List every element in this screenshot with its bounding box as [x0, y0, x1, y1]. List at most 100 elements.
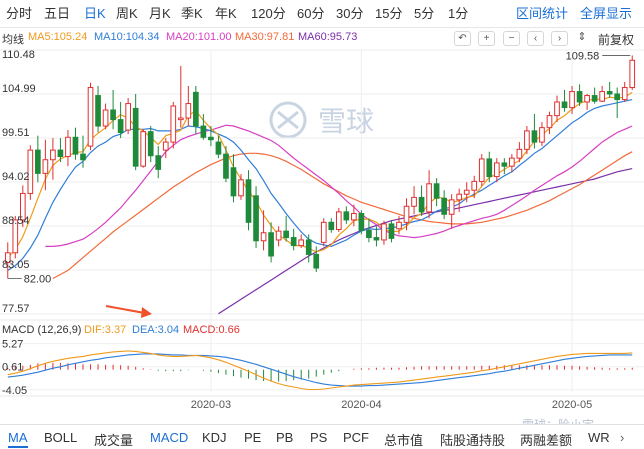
candle: [501, 158, 508, 175]
candle: [554, 95, 560, 123]
candle: [606, 81, 613, 98]
indicator-ma[interactable]: MA: [8, 430, 28, 448]
candle: [305, 234, 312, 263]
candle: [223, 146, 229, 183]
macd-legend-title: MACD (12,26,9): [2, 324, 82, 336]
ma5-value: MA5:105.24: [28, 31, 88, 43]
macd-legend: MACD (12,26,9) DIF:3.37 DEA:3.04 MACD:0.…: [0, 322, 644, 340]
candle: [65, 130, 71, 167]
indicator-margin[interactable]: 两融差额: [520, 430, 572, 449]
price-axis-label: 104.99: [2, 83, 36, 95]
candle: [162, 138, 169, 159]
indicator-volume[interactable]: 成交量: [94, 430, 133, 449]
tab-30min[interactable]: 30分: [336, 6, 363, 22]
indicator-ps[interactable]: PS: [310, 430, 327, 445]
tab-120min[interactable]: 120分: [251, 6, 286, 22]
date-axis-label: 2020-03: [191, 399, 231, 411]
tab-quarterly-k[interactable]: 季K: [181, 6, 203, 22]
fullscreen-button[interactable]: 全屏显示: [580, 6, 632, 22]
candle: [147, 126, 154, 163]
candle: [117, 101, 124, 139]
tab-yearly-k[interactable]: 年K: [215, 6, 237, 22]
candle: [230, 154, 237, 203]
price-adjust-selector[interactable]: 前复权: [598, 31, 634, 48]
tab-weekly-k[interactable]: 周K: [116, 6, 138, 22]
arrow-left-icon[interactable]: ‹: [527, 31, 544, 46]
candle: [140, 129, 147, 168]
indicator-pe[interactable]: PE: [244, 430, 261, 445]
kline-chart[interactable]: 110.48 104.99 99.51 94.02 88.54 83.05 77.57 5.2…: [0, 48, 644, 424]
indicator-tab-bar: MA BOLL 成交量 MACD KDJ PE PB PS PCF 总市值 陆股…: [0, 424, 644, 449]
indicator-market-cap[interactable]: 总市值: [384, 430, 423, 449]
candle: [621, 81, 628, 102]
undo-icon[interactable]: ↶: [454, 31, 471, 46]
candle: [478, 154, 485, 187]
candle: [343, 206, 350, 224]
candle: [110, 89, 116, 130]
candle: [260, 210, 267, 251]
indicator-pcf[interactable]: PCF: [343, 430, 369, 445]
ma30-line: [52, 151, 633, 280]
candle: [388, 220, 395, 243]
price-axis-label: 83.05: [2, 259, 30, 271]
candle: [539, 122, 545, 147]
ma5-line: [7, 91, 633, 259]
ma-legend-label: 均线: [2, 34, 24, 46]
tab-60min[interactable]: 60分: [297, 6, 324, 22]
candle: [50, 138, 56, 180]
indicator-wr[interactable]: WR: [588, 430, 610, 445]
zoom-in-icon[interactable]: +: [478, 31, 495, 46]
indicator-boll[interactable]: BOLL: [44, 430, 77, 445]
price-axis-label: 88.54: [2, 215, 30, 227]
tab-15min[interactable]: 15分: [375, 6, 402, 22]
high-price-label: 109.58: [566, 50, 600, 62]
candle: [426, 170, 432, 219]
tab-5min[interactable]: 5分: [414, 6, 434, 22]
range-stats-button[interactable]: 区间统计: [516, 6, 568, 22]
candle: [177, 65, 184, 128]
indicator-pb[interactable]: PB: [276, 430, 293, 445]
period-tab-bar: 分时 五日 日K 周K 月K 季K 年K 120分 60分 30分 15分 5分…: [0, 0, 644, 28]
indicator-northbound[interactable]: 陆股通持股: [440, 430, 505, 449]
macd-axis-label: 0.61: [2, 362, 23, 374]
ma60-value: MA60:95.73: [298, 31, 358, 43]
candle: [328, 218, 335, 233]
zoom-out-icon[interactable]: −: [503, 31, 520, 46]
tab-1min[interactable]: 1分: [448, 6, 468, 22]
price-axis-label: 99.51: [2, 127, 30, 139]
candle: [298, 234, 305, 248]
candle: [411, 186, 417, 215]
macd-axis-label: -4.05: [2, 385, 27, 397]
ma10-value: MA10:104.34: [94, 31, 160, 43]
ma20-value: MA20:101.00: [166, 31, 232, 43]
candle: [290, 228, 297, 251]
ma60-line: [218, 168, 633, 315]
candle: [185, 85, 192, 127]
candle: [524, 126, 530, 155]
candle: [95, 85, 101, 133]
candle: [283, 215, 289, 242]
indicator-macd[interactable]: MACD: [150, 430, 188, 445]
candle: [493, 158, 500, 183]
candle: [245, 170, 252, 231]
macd-axis-label: 5.27: [2, 339, 23, 351]
indicator-kdj[interactable]: KDJ: [202, 430, 227, 445]
candle: [335, 207, 342, 232]
candle: [102, 103, 109, 130]
candle: [366, 218, 372, 243]
tab-five-day[interactable]: 五日: [44, 6, 70, 22]
candle: [358, 210, 365, 235]
candle: [87, 82, 94, 151]
arrow-right-icon[interactable]: ›: [551, 31, 568, 46]
more-indicators-icon[interactable]: ›: [620, 430, 624, 445]
tab-intraday[interactable]: 分时: [6, 6, 32, 22]
dif-value: DIF:3.37: [84, 324, 127, 336]
price-axis-label: 94.02: [2, 171, 30, 183]
dea-line: [7, 353, 633, 387]
candle: [170, 101, 177, 149]
tab-monthly-k[interactable]: 月K: [149, 6, 171, 22]
candle: [591, 87, 598, 104]
tab-daily-k[interactable]: 日K: [84, 6, 106, 22]
candle: [486, 151, 493, 183]
drag-handle-icon[interactable]: ⇕: [575, 31, 589, 46]
